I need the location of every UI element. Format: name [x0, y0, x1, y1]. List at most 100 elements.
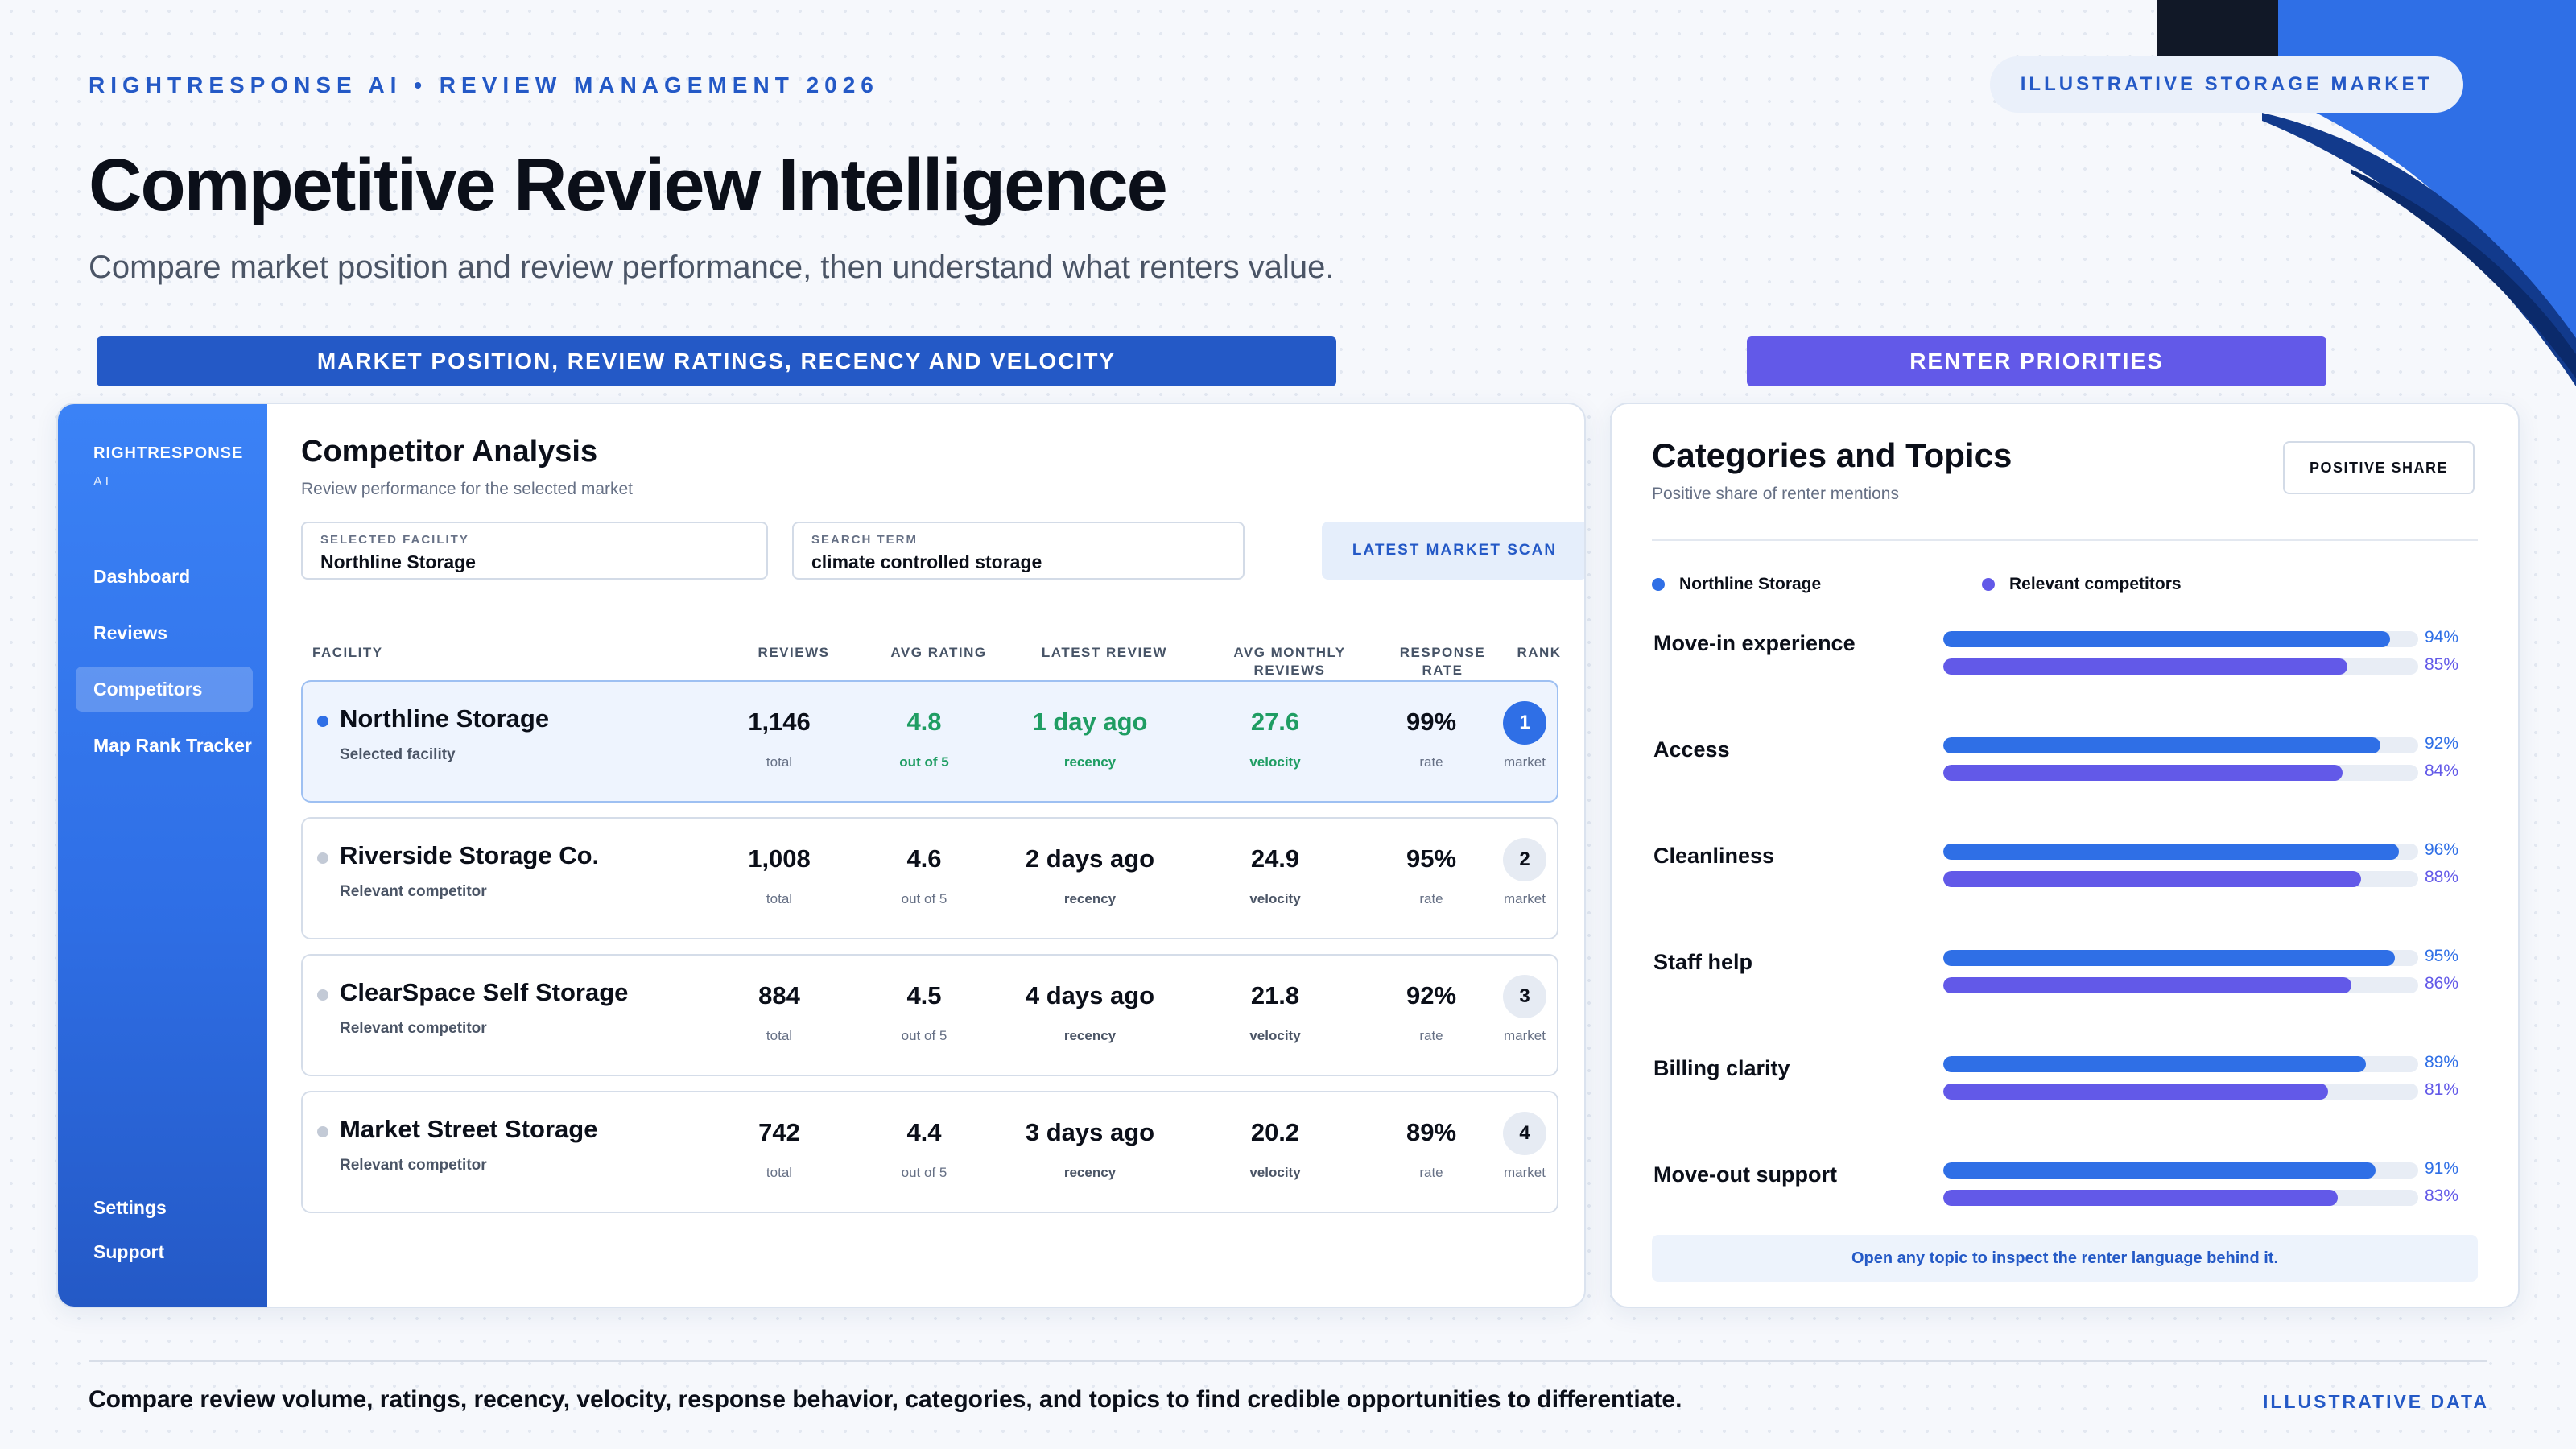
topic-bar-primary [1943, 737, 2380, 753]
topic-bar-track-primary [1943, 1162, 2418, 1179]
topic-bar-secondary [1943, 977, 2352, 993]
categories-title: Categories and Topics [1652, 436, 2013, 474]
section-banner-market: MARKET POSITION, REVIEW RATINGS, RECENCY… [97, 336, 1336, 386]
topic-percent-secondary: 84% [2425, 762, 2459, 780]
latest-review-value: 1 day ago [1032, 708, 1148, 736]
sidebar-item-reviews[interactable]: Reviews [76, 610, 253, 655]
categories-panel: Categories and Topics Positive share of … [1610, 402, 2520, 1308]
sidebar-item-settings[interactable]: Settings [76, 1185, 253, 1230]
rank-label: market [1504, 754, 1546, 770]
topic-percent-primary: 89% [2425, 1053, 2459, 1071]
rating-cell: 4.8 out of 5 [844, 708, 1005, 770]
table-row[interactable]: Riverside Storage Co. Relevant competito… [301, 817, 1558, 939]
facility-name: Market Street Storage [340, 1115, 598, 1143]
sidebar-item-competitors[interactable]: Competitors [76, 667, 253, 712]
topic-bar-track-secondary [1943, 977, 2418, 993]
footer-badge: ILLUSTRATIVE DATA [2263, 1391, 2489, 1412]
topic-bar-primary [1943, 1056, 2367, 1072]
sidebar-item-map-rank-tracker[interactable]: Map Rank Tracker [76, 723, 253, 768]
topic-percent-primary: 94% [2425, 628, 2459, 646]
rating-value: 4.5 [906, 981, 942, 1009]
reviews-label: total [766, 754, 793, 770]
sidebar-item-dashboard[interactable]: Dashboard [76, 554, 253, 599]
velocity-cell: 27.6 velocity [1195, 708, 1356, 770]
topic-bar-track-primary [1943, 737, 2418, 753]
table-row[interactable]: Market Street Storage Relevant competito… [301, 1091, 1558, 1213]
row-status-dot [317, 989, 328, 1001]
column-header-facility: FACILITY [312, 645, 383, 660]
rating-cell: 4.5 out of 5 [844, 981, 1005, 1044]
legend-dot-primary [1652, 578, 1665, 591]
latest-review-label: recency [1063, 1165, 1117, 1180]
column-header-rank: RANK [1517, 645, 1562, 660]
row-status-dot [317, 1126, 328, 1137]
field-label: SELECTED FACILITY [320, 533, 469, 547]
selected-facility-field[interactable]: SELECTED FACILITY [301, 522, 768, 580]
legend-secondary: Relevant competitors [1982, 575, 2182, 594]
reviews-label: total [766, 1028, 793, 1043]
reviews-value: 1,008 [748, 844, 811, 873]
reviews-label: total [766, 891, 793, 906]
market-badge: ILLUSTRATIVE STORAGE MARKET [1990, 56, 2463, 113]
topic-bar-secondary [1943, 658, 2347, 675]
rank-label: market [1504, 1028, 1546, 1043]
topic-bar-primary [1943, 950, 2395, 966]
sidebar: RIGHTRESPONSE AI Dashboard Reviews Compe… [58, 404, 267, 1307]
selected-facility-input[interactable] [320, 551, 749, 573]
column-header-response-rate: RESPONSE RATE [1386, 644, 1499, 679]
velocity-value: 20.2 [1250, 1118, 1300, 1146]
column-header-avg-rating: AVG RATING [890, 645, 987, 660]
categories-footer-note: Open any topic to inspect the renter lan… [1652, 1235, 2478, 1282]
velocity-label: velocity [1249, 1165, 1301, 1180]
topic-bar-primary [1943, 631, 2390, 647]
topic-percent-secondary: 85% [2425, 655, 2459, 674]
reviews-cell: 1,146 total [699, 708, 860, 770]
latest-market-scan-button[interactable]: LATEST MARKET SCAN [1322, 522, 1584, 580]
panel-subtitle: Review performance for the selected mark… [301, 480, 634, 498]
rating-label: out of 5 [899, 754, 949, 770]
velocity-value: 27.6 [1250, 708, 1300, 736]
divider [1652, 539, 2478, 541]
sidebar-item-support[interactable]: Support [76, 1229, 253, 1274]
rank-label: market [1504, 1165, 1546, 1180]
rank-badge: 4 [1503, 1112, 1546, 1155]
section-banner-priorities: RENTER PRIORITIES [1747, 336, 2326, 386]
reviews-value: 1,146 [748, 708, 811, 736]
facility-type: Relevant competitor [340, 1020, 487, 1037]
topic-percent-secondary: 83% [2425, 1187, 2459, 1205]
rating-label: out of 5 [901, 1028, 947, 1043]
reviews-value: 742 [758, 1118, 800, 1146]
column-header-line: RESPONSE [1399, 645, 1486, 660]
velocity-label: velocity [1249, 891, 1301, 906]
topic-percent-primary: 95% [2425, 947, 2459, 965]
velocity-label: velocity [1249, 754, 1301, 770]
topic-bar-track-secondary [1943, 1190, 2418, 1206]
topic-bar-track-primary [1943, 1056, 2418, 1072]
facility-type: Relevant competitor [340, 1157, 487, 1174]
velocity-cell: 21.8 velocity [1195, 981, 1356, 1044]
topic-percent-secondary: 81% [2425, 1080, 2459, 1099]
row-status-dot [317, 716, 328, 727]
field-label: SEARCH TERM [811, 533, 919, 547]
brand-sub: AI [93, 475, 113, 489]
facility-name: ClearSpace Self Storage [340, 978, 629, 1006]
search-term-field[interactable]: SEARCH TERM [792, 522, 1245, 580]
velocity-label: velocity [1249, 1028, 1301, 1043]
column-header-line: AVG MONTHLY [1233, 645, 1346, 660]
latest-review-cell: 4 days ago recency [1001, 981, 1179, 1044]
facility-name: Northline Storage [340, 704, 550, 733]
table-row[interactable]: Northline Storage Selected facility 1,14… [301, 680, 1558, 803]
latest-review-label: recency [1063, 754, 1117, 770]
column-header-latest-review: LATEST REVIEW [1041, 645, 1168, 660]
positive-share-button[interactable]: POSITIVE SHARE [2283, 441, 2475, 494]
topic-bar-primary [1943, 1162, 2376, 1179]
topic-label: Cleanliness [1653, 844, 1775, 868]
rating-cell: 4.6 out of 5 [844, 844, 1005, 907]
rating-value: 4.8 [906, 708, 942, 736]
legend-dot-secondary [1982, 578, 1995, 591]
table-row[interactable]: ClearSpace Self Storage Relevant competi… [301, 954, 1558, 1076]
topic-bar-secondary [1943, 871, 2362, 887]
search-term-input[interactable] [811, 551, 1225, 573]
rating-cell: 4.4 out of 5 [844, 1118, 1005, 1181]
topic-label: Staff help [1653, 950, 1753, 974]
